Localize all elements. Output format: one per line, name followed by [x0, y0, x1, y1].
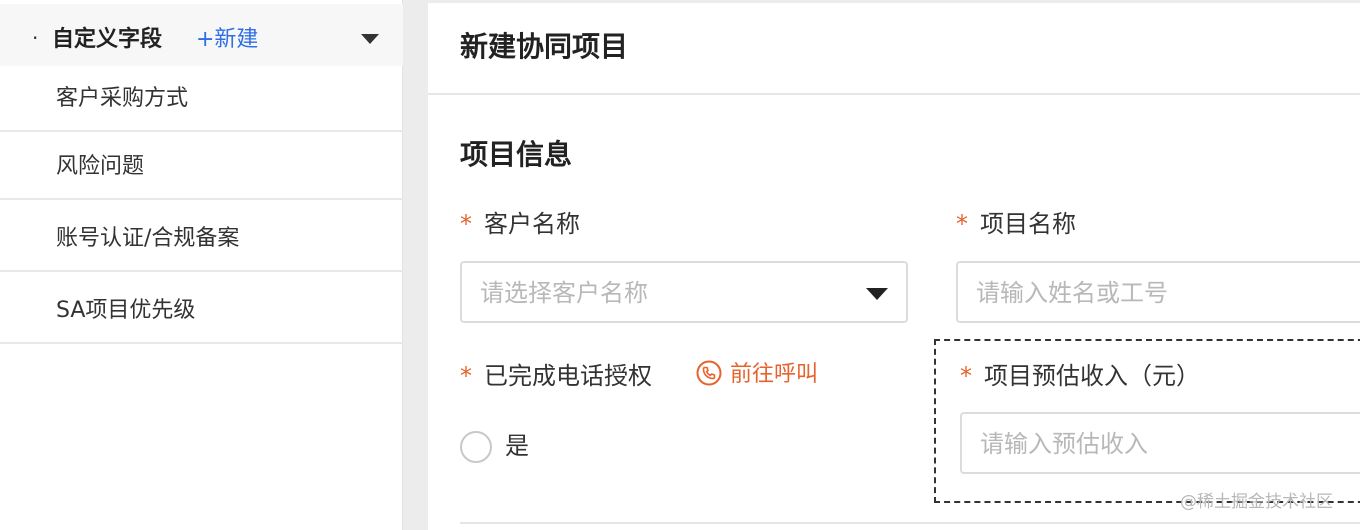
project-name-input[interactable]: 请输入姓名或工号 [956, 261, 1360, 323]
new-field-link[interactable]: +新建 [196, 26, 258, 54]
sidebar-item-purchase-method[interactable]: 客户采购方式 [0, 66, 403, 132]
call-link-label: 前往呼叫 [730, 362, 819, 387]
bullet-dot: · [32, 26, 39, 50]
caret-down-icon[interactable] [361, 34, 379, 44]
project-name-placeholder: 请输入姓名或工号 [976, 279, 1168, 307]
sidebar-item-account-verification[interactable]: 账号认证/合规备案 [0, 206, 403, 272]
estimated-income-label: * 项目预估收入（元） [960, 360, 1200, 392]
section-title: 项目信息 [460, 138, 573, 171]
sidebar-item-sa-priority[interactable]: SA项目优先级 [0, 278, 403, 344]
phone-auth-label: * 已完成电话授权 [460, 360, 652, 392]
sidebar-item-label: 账号认证/合规备案 [56, 226, 240, 251]
customer-name-select[interactable]: 请选择客户名称 [460, 261, 908, 323]
estimated-income-label-text: 项目预估收入（元） [984, 362, 1200, 390]
required-mark: * [956, 210, 968, 238]
sidebar: · 自定义字段 +新建 客户采购方式 风险问题 账号认证/合规备案 SA项目优先… [0, 0, 403, 530]
panel-header: 新建协同项目 [428, 3, 1360, 95]
required-mark: * [960, 362, 972, 390]
caret-down-icon [866, 288, 888, 300]
sidebar-item-label: 客户采购方式 [56, 86, 189, 111]
customer-name-label: * 客户名称 [460, 208, 580, 240]
customer-name-label-text: 客户名称 [484, 210, 580, 238]
custom-fields-header: · 自定义字段 +新建 [0, 4, 403, 66]
estimated-income-input[interactable]: 请输入预估收入 [960, 412, 1360, 474]
custom-fields-title: 自定义字段 [52, 27, 163, 52]
customer-name-placeholder: 请选择客户名称 [480, 279, 648, 307]
yes-radio[interactable] [460, 431, 492, 463]
estimated-income-placeholder: 请输入预估收入 [980, 430, 1148, 458]
watermark: @稀土掘金技术社区 [1180, 492, 1333, 512]
yes-radio-label: 是 [505, 432, 529, 460]
sidebar-item-label: 风险问题 [56, 154, 145, 179]
sidebar-item-label: SA项目优先级 [56, 298, 196, 323]
divider [460, 522, 1360, 524]
phone-icon [696, 360, 722, 390]
project-name-label: * 项目名称 [956, 208, 1076, 240]
project-name-label-text: 项目名称 [980, 210, 1076, 238]
required-mark: * [460, 362, 472, 390]
phone-auth-label-text: 已完成电话授权 [484, 362, 652, 390]
new-project-panel: 新建协同项目 项目信息 * 客户名称 请选择客户名称 * 项目名称 请输入姓名或工号… [428, 3, 1360, 530]
required-mark: * [460, 210, 472, 238]
page-title: 新建协同项目 [460, 30, 629, 63]
call-link[interactable]: 前往呼叫 [696, 360, 818, 390]
sidebar-item-risk-issues[interactable]: 风险问题 [0, 134, 403, 200]
